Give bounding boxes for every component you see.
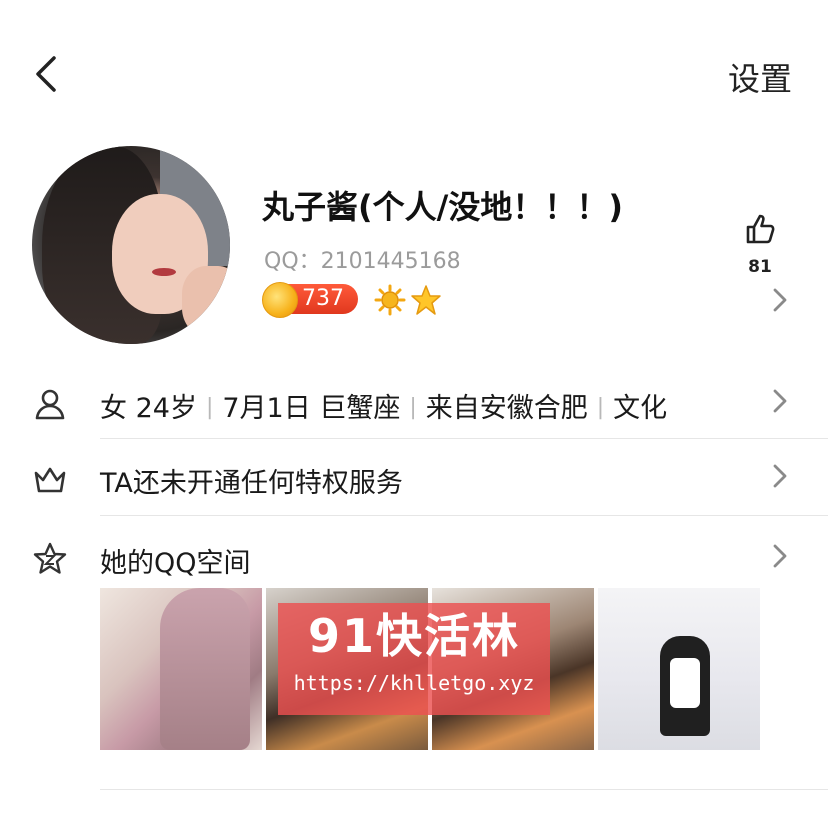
birthday-zodiac: 7月1日 巨蟹座: [222, 393, 401, 424]
chevron-right-icon: [773, 464, 787, 488]
age: 24岁: [135, 393, 197, 424]
like-count: 81: [748, 257, 772, 277]
nickname: 丸子酱(个人/没地！！！): [262, 188, 623, 226]
privilege-row[interactable]: TA还未开通任何特权服务: [0, 441, 828, 515]
qzone-chevron[interactable]: [770, 543, 790, 569]
qzone-row[interactable]: 她的QQ空间: [0, 521, 828, 595]
watermark-overlay: 91快活林 https://khlletgo.xyz: [278, 603, 550, 715]
basic-info-chevron[interactable]: [770, 388, 790, 414]
qzone-label: 她的QQ空间: [100, 548, 251, 579]
divider: [100, 438, 828, 439]
basic-info-row[interactable]: 女 24岁 | 7月1日 巨蟹座 | 来自安徽合肥 | 文化: [0, 366, 828, 440]
settings-button[interactable]: 设置: [728, 54, 792, 100]
gender: 女: [100, 393, 127, 424]
star-level-icon: [411, 285, 441, 315]
occupation: 文化: [613, 393, 668, 424]
like-button[interactable]: [740, 212, 780, 250]
chevron-left-icon: [36, 56, 56, 92]
watermark-title: 91快活林: [307, 609, 520, 663]
sun-level-icon: [374, 284, 406, 316]
thumbs-up-icon: [746, 214, 775, 244]
qzone-photo[interactable]: [100, 588, 262, 750]
basic-info-text: 女 24岁 | 7月1日 巨蟹座 | 来自安徽合肥 | 文化: [100, 393, 668, 424]
profile-detail-chevron[interactable]: [770, 287, 790, 313]
person-icon: [35, 389, 65, 420]
chevron-right-icon: [773, 288, 787, 312]
avatar[interactable]: [32, 146, 230, 344]
watermark-url: https://khlletgo.xyz: [293, 671, 535, 695]
chevron-right-icon: [773, 544, 787, 568]
qzone-photo[interactable]: [598, 588, 760, 750]
location: 来自安徽合肥: [425, 393, 588, 424]
qq-number: QQ：2101445168: [264, 249, 461, 274]
privilege-chevron[interactable]: [770, 463, 790, 489]
back-button[interactable]: [30, 52, 66, 96]
chevron-right-icon: [773, 389, 787, 413]
privilege-text: TA还未开通任何特权服务: [100, 468, 403, 499]
level-value: 737: [302, 286, 344, 311]
coin-icon: [262, 282, 298, 318]
divider: [100, 789, 828, 790]
divider: [100, 515, 828, 516]
crown-icon: [34, 467, 66, 493]
qzone-star-icon: [33, 542, 67, 574]
